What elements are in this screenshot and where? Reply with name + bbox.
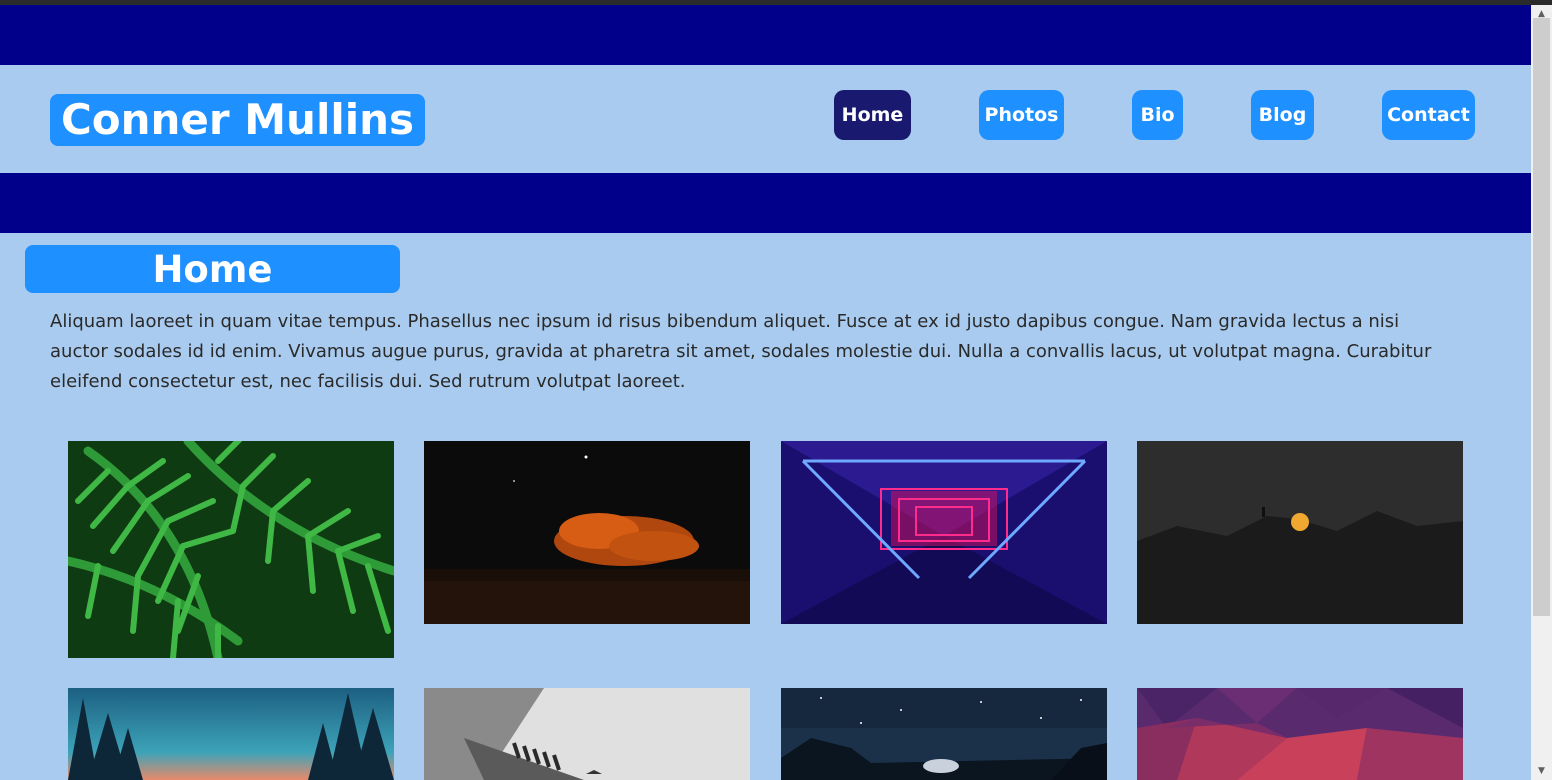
nav-photos-button[interactable]: Photos xyxy=(979,90,1064,140)
architecture-image xyxy=(424,688,750,780)
gallery-photo-lowpoly[interactable] xyxy=(1137,688,1463,780)
gallery-photo-orange-cloud[interactable] xyxy=(424,441,750,624)
nav-blog-button[interactable]: Blog xyxy=(1251,90,1314,140)
nav-home-button[interactable]: Home xyxy=(834,90,911,140)
gallery-photo-forest-sky[interactable] xyxy=(68,688,394,780)
page-heading: Home xyxy=(25,245,400,293)
gallery-photo-neon-corridor[interactable] xyxy=(781,441,1107,624)
bottom-band xyxy=(0,173,1531,233)
lowpoly-image xyxy=(1137,688,1463,780)
nav-bio-button[interactable]: Bio xyxy=(1132,90,1183,140)
top-band xyxy=(0,5,1531,65)
neon-corridor-image xyxy=(781,441,1107,624)
forest-sky-image xyxy=(68,688,394,780)
nav-contact-button[interactable]: Contact xyxy=(1382,90,1475,140)
intro-paragraph: Aliquam laoreet in quam vitae tempus. Ph… xyxy=(50,311,1432,392)
site-title[interactable]: Conner Mullins xyxy=(50,94,425,146)
moon-landscape-image xyxy=(1137,441,1463,624)
site-header: Conner Mullins Home Photos Bio Blog Cont… xyxy=(0,65,1531,173)
gallery-photo-fern[interactable] xyxy=(68,441,394,658)
scroll-up-arrow-icon[interactable]: ▲ xyxy=(1531,7,1552,21)
gallery-photo-starry-night[interactable] xyxy=(781,688,1107,780)
gallery-photo-moon-landscape[interactable] xyxy=(1137,441,1463,624)
page: Conner Mullins Home Photos Bio Blog Cont… xyxy=(0,5,1531,780)
starry-night-image xyxy=(781,688,1107,780)
orange-cloud-image xyxy=(424,441,750,624)
scroll-down-arrow-icon[interactable]: ▼ xyxy=(1531,764,1552,778)
gallery-photo-architecture[interactable] xyxy=(424,688,750,780)
scrollbar-thumb[interactable] xyxy=(1533,18,1550,616)
fern-image xyxy=(68,441,394,658)
